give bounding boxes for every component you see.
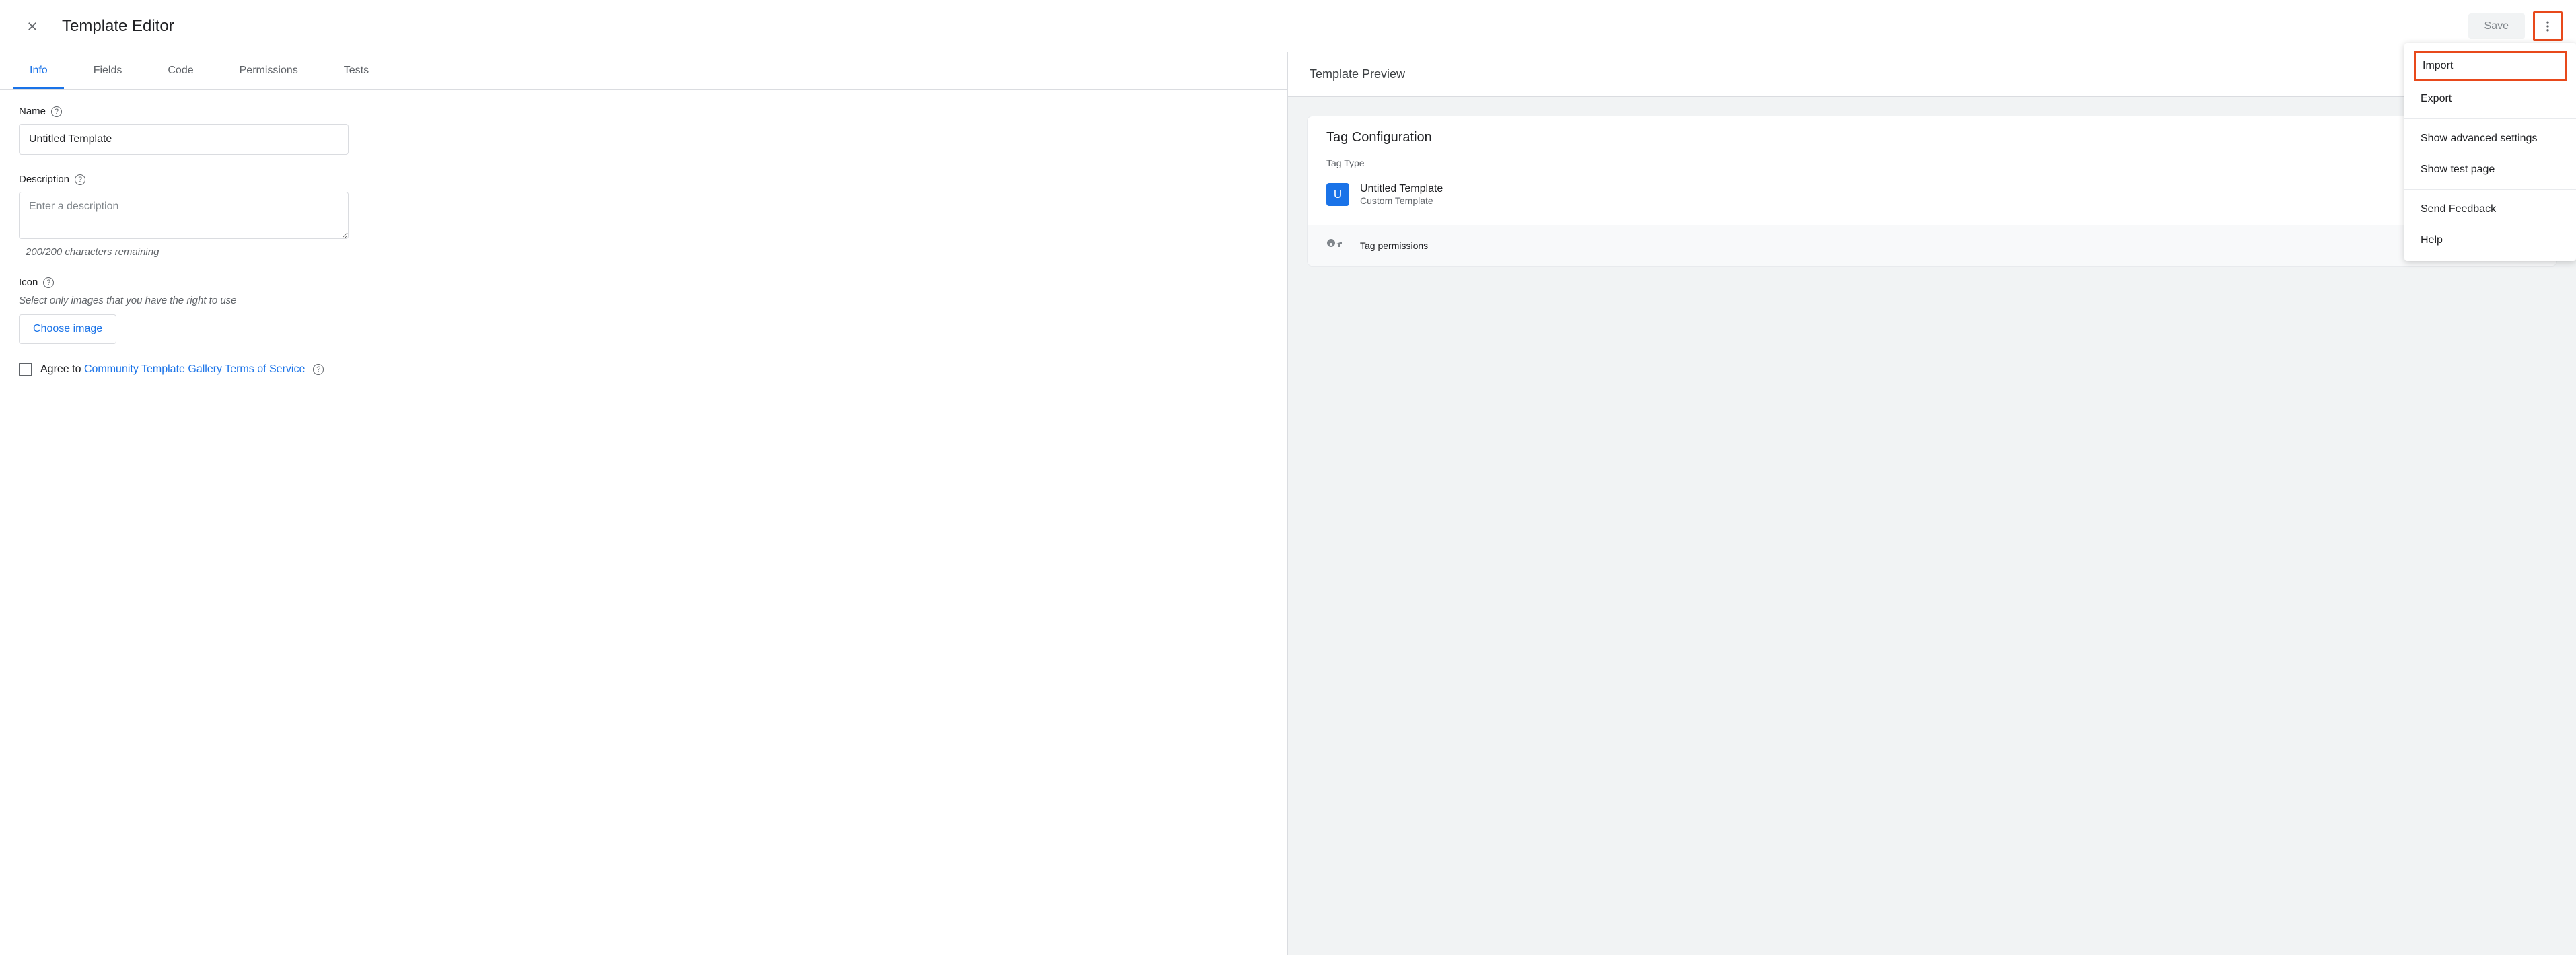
name-input[interactable] [19, 124, 349, 155]
menu-advanced[interactable]: Show advanced settings [2404, 123, 2576, 154]
template-row[interactable]: U Untitled Template Custom Template [1326, 178, 2538, 218]
tab-tests[interactable]: Tests [321, 52, 392, 89]
preview-card: Tag Configuration Tag Type U Untitled Te… [1307, 116, 2557, 267]
name-group: Name ? [19, 106, 1268, 155]
info-form: Name ? Description ? 200/200 characters … [0, 90, 1287, 392]
help-icon[interactable]: ? [313, 364, 324, 375]
description-label: Description [19, 174, 69, 185]
divider [2404, 189, 2576, 190]
main: Info Fields Code Permissions Tests Name … [0, 52, 2576, 955]
template-name: Untitled Template [1360, 183, 1443, 195]
tab-code[interactable]: Code [145, 52, 216, 89]
help-icon[interactable]: ? [43, 277, 54, 288]
icon-label: Icon [19, 277, 38, 288]
tag-permissions-label: Tag permissions [1360, 240, 1428, 251]
name-label: Name [19, 106, 46, 117]
left-panel: Info Fields Code Permissions Tests Name … [0, 52, 1288, 955]
menu-feedback[interactable]: Send Feedback [2404, 194, 2576, 225]
agree-row: Agree to Community Template Gallery Term… [19, 363, 1268, 376]
tab-fields[interactable]: Fields [71, 52, 145, 89]
more-options-button[interactable] [2533, 11, 2563, 41]
save-button[interactable]: Save [2468, 13, 2525, 39]
divider [2404, 118, 2576, 119]
tabs: Info Fields Code Permissions Tests [0, 52, 1287, 90]
choose-image-button[interactable]: Choose image [19, 314, 116, 344]
description-input[interactable] [19, 192, 349, 239]
tag-config-title: Tag Configuration [1326, 130, 2538, 145]
agree-checkbox[interactable] [19, 363, 32, 376]
icon-helper: Select only images that you have the rig… [19, 295, 1268, 306]
template-subtitle: Custom Template [1360, 195, 1443, 206]
tag-permissions-row[interactable]: Tag permissions [1308, 225, 2556, 266]
template-badge: U [1326, 183, 1349, 206]
menu-test-page[interactable]: Show test page [2404, 154, 2576, 185]
preview-title: Template Preview [1288, 52, 2576, 97]
tab-permissions[interactable]: Permissions [217, 52, 321, 89]
close-button[interactable] [19, 13, 46, 40]
menu-help[interactable]: Help [2404, 225, 2576, 256]
agree-prefix: Agree to [40, 363, 84, 375]
description-group: Description ? 200/200 characters remaini… [19, 174, 1268, 258]
key-icon [1326, 238, 1343, 254]
close-icon [26, 20, 39, 33]
icon-group: Icon ? Select only images that you have … [19, 277, 1268, 344]
page-title: Template Editor [62, 17, 174, 36]
menu-import[interactable]: Import [2414, 51, 2567, 81]
header: Template Editor Save [0, 0, 2576, 52]
description-helper: 200/200 characters remaining [26, 246, 1268, 258]
menu-export[interactable]: Export [2404, 83, 2576, 114]
more-options-menu: Import Export Show advanced settings Sho… [2404, 43, 2576, 261]
help-icon[interactable]: ? [75, 174, 85, 185]
tag-type-label: Tag Type [1326, 157, 2538, 168]
help-icon[interactable]: ? [51, 106, 62, 117]
tab-info[interactable]: Info [7, 52, 71, 89]
right-panel: Template Preview Tag Configuration Tag T… [1288, 52, 2576, 955]
more-vert-icon [2541, 20, 2554, 33]
tos-link[interactable]: Community Template Gallery Terms of Serv… [84, 363, 305, 375]
